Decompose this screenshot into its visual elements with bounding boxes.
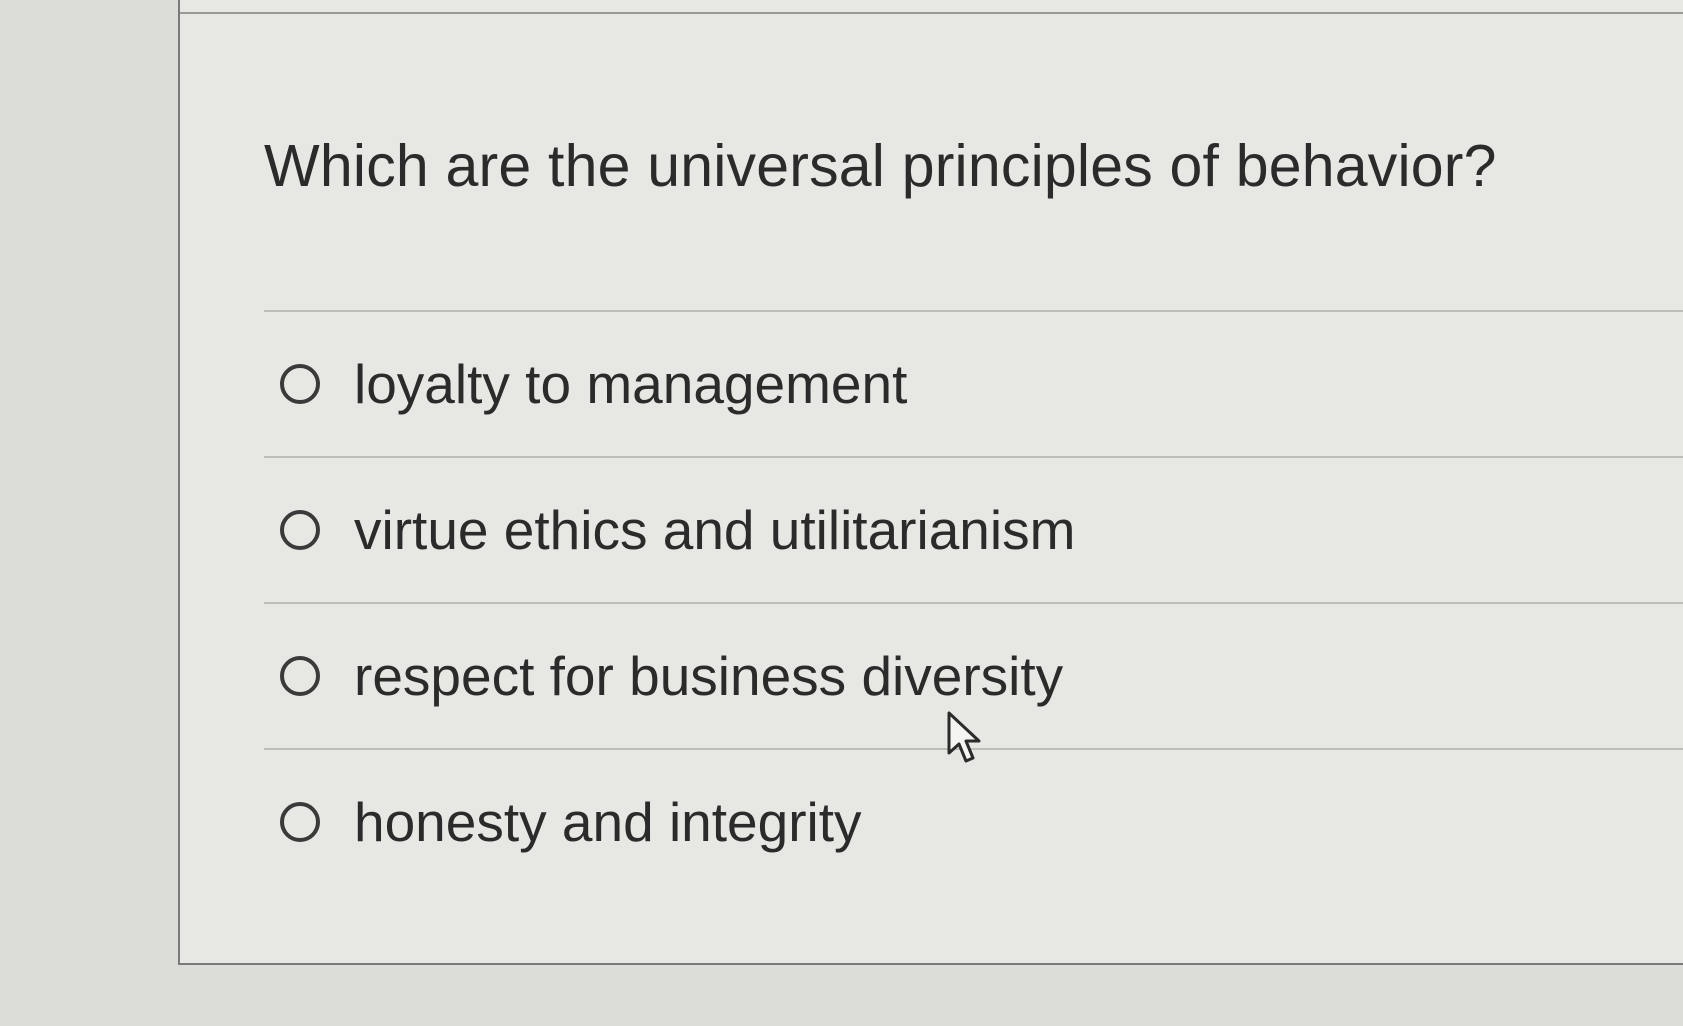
radio-button-icon[interactable] <box>280 656 320 696</box>
radio-button-icon[interactable] <box>280 802 320 842</box>
answer-option-label: loyalty to management <box>354 353 908 415</box>
arrow-pointer-icon <box>947 711 981 763</box>
radio-button-icon[interactable] <box>280 364 320 404</box>
answer-option-2[interactable]: virtue ethics and utilitarianism <box>264 458 1683 602</box>
top-divider <box>180 12 1683 14</box>
answer-option-label: respect for business diversity <box>354 645 1064 707</box>
answer-option-4[interactable]: honesty and integrity <box>264 750 1683 894</box>
question-title: Which are the universal principles of be… <box>264 133 1497 199</box>
answer-options: loyalty to management virtue ethics and … <box>264 310 1683 894</box>
question-card: Which are the universal principles of be… <box>178 0 1683 965</box>
radio-button-icon[interactable] <box>280 510 320 550</box>
answer-option-label: honesty and integrity <box>354 791 862 853</box>
answer-option-1[interactable]: loyalty to management <box>264 312 1683 456</box>
answer-option-label: virtue ethics and utilitarianism <box>354 499 1076 561</box>
